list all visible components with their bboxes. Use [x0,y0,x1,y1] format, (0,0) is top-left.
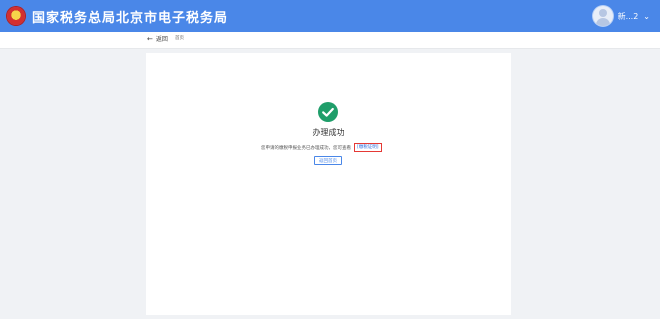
return-home-button[interactable]: 返回首页 [314,156,342,165]
top-navbar: 国家税务总局北京市电子税务局 新...2 ⌄ [0,0,660,32]
success-message-text: 您申请的缴税申报业务已办理成功，您可查看 [261,145,351,151]
chevron-down-icon[interactable]: ⌄ [643,12,650,21]
site-title: 国家税务总局北京市电子税务局 [32,10,229,26]
arrow-left-icon: ← [147,34,153,43]
success-title: 办理成功 [312,128,345,137]
check-circle-icon [318,102,338,122]
user-menu[interactable]: 新...2 ⌄ [592,5,650,27]
certificate-link[interactable]: [缴税证明] [354,143,382,152]
back-button[interactable]: ← 返回 [147,34,168,44]
sub-header: ← 返回 首页 [0,32,660,49]
result-panel: 办理成功 您申请的缴税申报业务已办理成功，您可查看 [缴税证明] 返回首页 [146,53,511,315]
user-avatar-icon[interactable] [592,6,613,26]
breadcrumb-home[interactable]: 首页 [175,35,184,41]
back-label: 返回 [155,36,168,43]
tax-emblem-logo [7,7,25,25]
user-name[interactable]: 新...2 [618,11,639,22]
success-message: 您申请的缴税申报业务已办理成功，您可查看 [缴税证明] [261,143,382,152]
